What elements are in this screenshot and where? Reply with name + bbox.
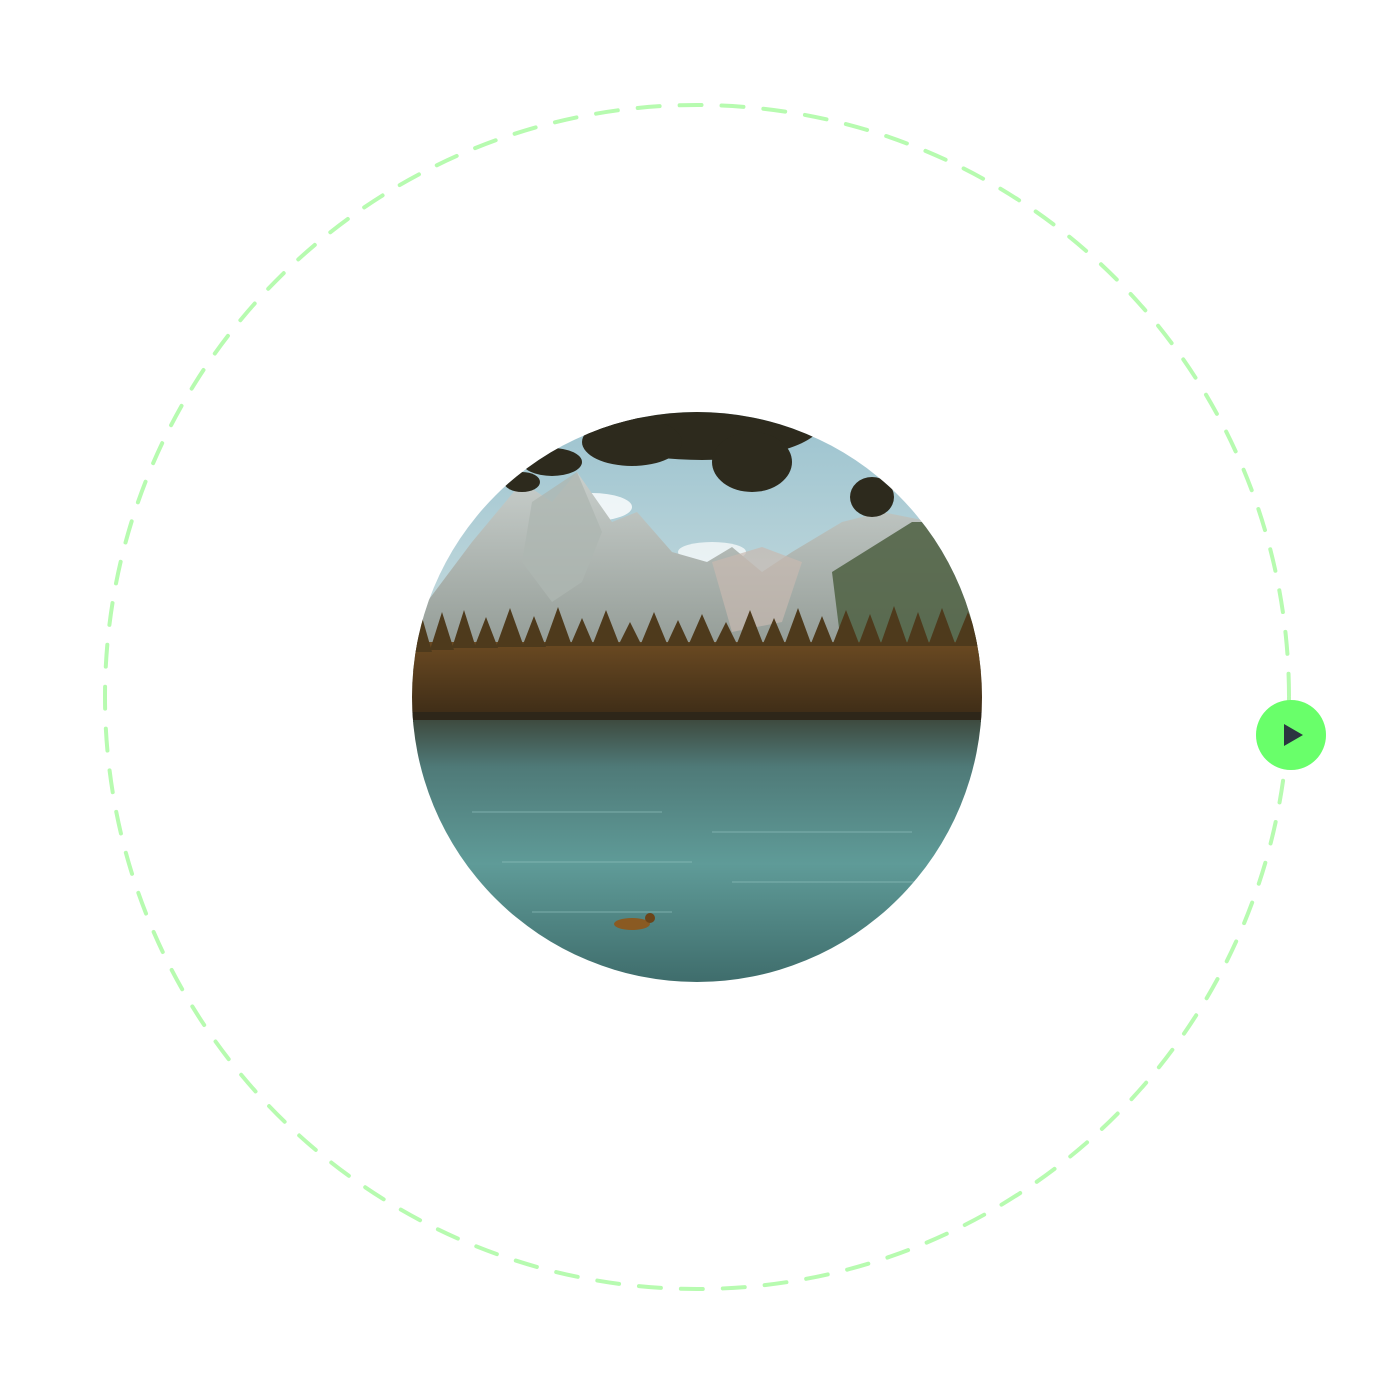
play-button[interactable]	[1256, 700, 1326, 770]
video-player	[0, 0, 1395, 1395]
video-thumbnail[interactable]	[412, 412, 982, 982]
play-icon	[1256, 700, 1326, 770]
mountain-lake-photo	[412, 412, 982, 982]
